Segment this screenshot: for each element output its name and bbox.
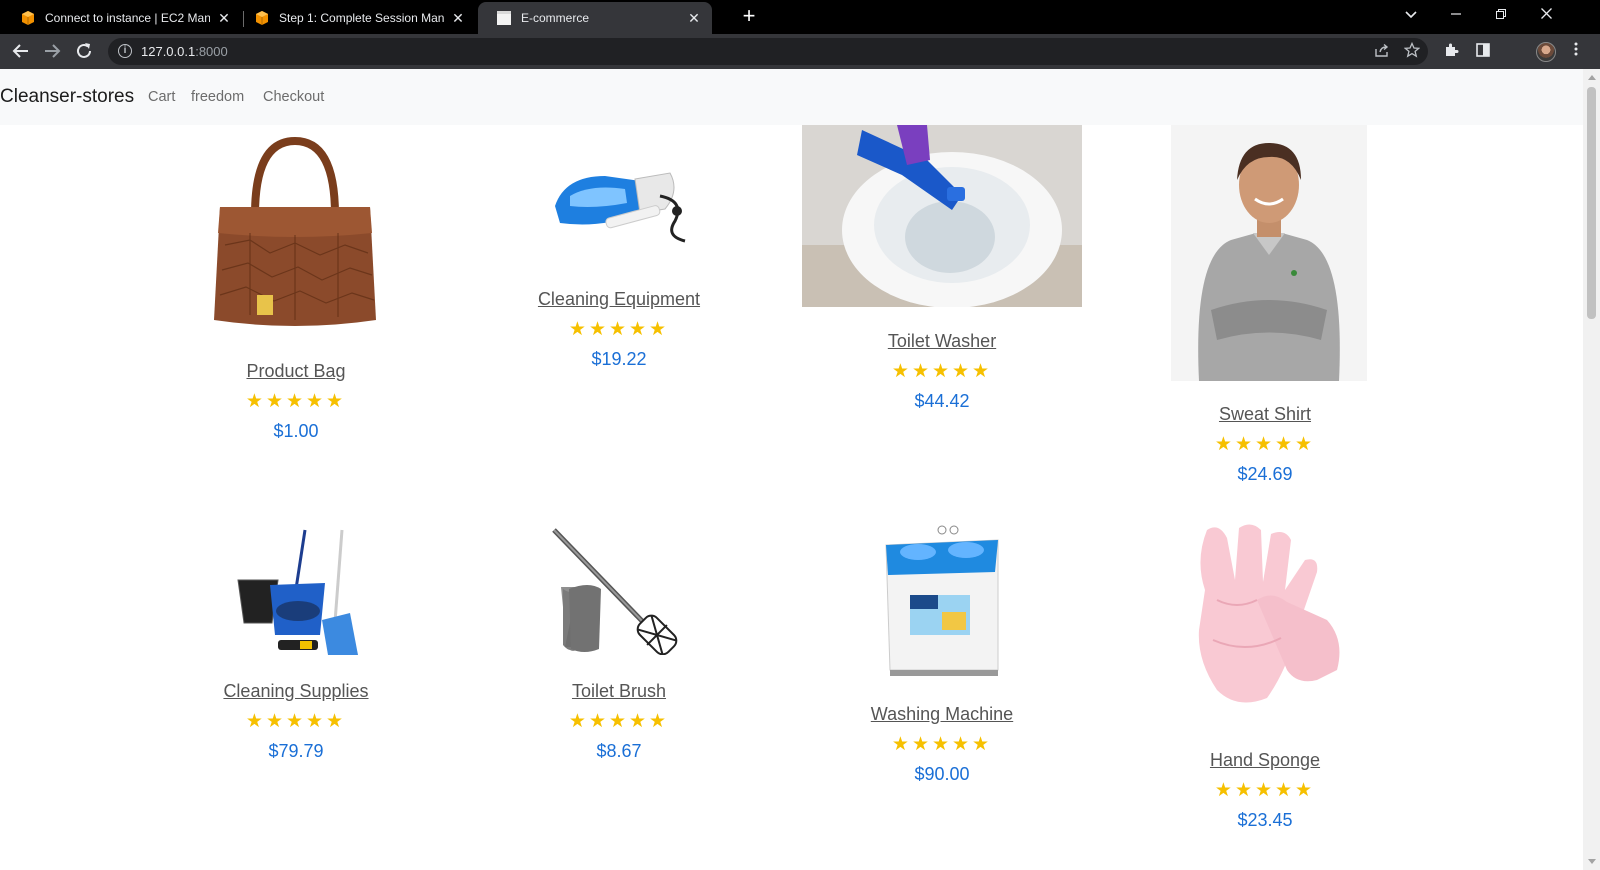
profile-avatar[interactable] bbox=[1536, 42, 1556, 62]
product-card: Cleaning Supplies ★★★★★ $79.79 bbox=[146, 515, 446, 765]
new-tab-button[interactable]: + bbox=[738, 5, 760, 29]
product-price: $23.45 bbox=[1237, 810, 1293, 830]
nav-link-checkout[interactable]: Checkout bbox=[263, 89, 324, 105]
rating-stars: ★★★★★ bbox=[891, 361, 993, 382]
extensions-icon[interactable] bbox=[1441, 42, 1461, 62]
bookmark-star-icon[interactable] bbox=[1402, 41, 1422, 62]
browser-toolbar: i 127.0.0.1:8000 bbox=[0, 34, 1600, 69]
url-port: :8000 bbox=[195, 44, 228, 59]
tab-title: Connect to instance | EC2 Manag bbox=[45, 11, 210, 25]
site-navbar: Cleanser-stores Cart freedom Checkout bbox=[0, 69, 1583, 125]
address-bar[interactable]: i 127.0.0.1:8000 bbox=[108, 38, 1428, 65]
toilet-brush-image[interactable] bbox=[549, 525, 684, 655]
product-bag-image[interactable] bbox=[210, 135, 380, 330]
product-name[interactable]: Product Bag bbox=[146, 361, 446, 382]
page-viewport: Cleanser-stores Cart freedom Checkout Pr… bbox=[0, 69, 1583, 870]
product-name[interactable]: Cleaning Supplies bbox=[146, 681, 446, 702]
product-name[interactable]: Hand Sponge bbox=[1115, 750, 1415, 771]
product-price: $24.69 bbox=[1237, 464, 1293, 484]
rating-stars: ★★★★★ bbox=[891, 734, 993, 755]
rating-stars: ★★★★★ bbox=[568, 319, 670, 340]
tab-search-icon[interactable] bbox=[1396, 4, 1426, 26]
product-card: Sweat Shirt ★★★★★ $24.69 bbox=[1115, 125, 1415, 485]
product-card: Hand Sponge ★★★★★ $23.45 bbox=[1115, 515, 1415, 845]
rating-stars: ★★★★★ bbox=[568, 711, 670, 732]
nav-link-cart[interactable]: Cart bbox=[148, 89, 175, 105]
product-card: Toilet Brush ★★★★★ $8.67 bbox=[469, 515, 769, 765]
site-brand[interactable]: Cleanser-stores bbox=[0, 86, 134, 108]
close-tab-icon[interactable]: ✕ bbox=[686, 10, 702, 27]
page-icon bbox=[497, 11, 511, 25]
forward-icon[interactable] bbox=[42, 42, 62, 62]
more-menu-icon[interactable] bbox=[1566, 42, 1586, 62]
tab-title: E-commerce bbox=[521, 11, 590, 25]
product-name[interactable]: Toilet Washer bbox=[792, 331, 1092, 352]
tab-session-manager[interactable]: Step 1: Complete Session Manag ✕ bbox=[236, 2, 476, 34]
side-panel-icon[interactable] bbox=[1473, 42, 1493, 62]
washing-machine-image[interactable] bbox=[880, 520, 1004, 680]
rating-stars: ★★★★★ bbox=[1214, 434, 1316, 455]
hand-sponge-image[interactable] bbox=[1177, 520, 1357, 720]
restore-icon[interactable] bbox=[1486, 4, 1516, 26]
product-price: $19.22 bbox=[591, 349, 647, 369]
rating-stars: ★★★★★ bbox=[245, 391, 347, 412]
minimize-icon[interactable] bbox=[1441, 4, 1471, 26]
close-tab-icon[interactable]: ✕ bbox=[216, 10, 232, 27]
product-name[interactable]: Sweat Shirt bbox=[1115, 404, 1415, 425]
product-price: $8.67 bbox=[596, 741, 642, 761]
rating-stars: ★★★★★ bbox=[245, 711, 347, 732]
share-icon[interactable] bbox=[1372, 42, 1392, 62]
product-card: Washing Machine ★★★★★ $90.00 bbox=[792, 515, 1092, 795]
product-name[interactable]: Cleaning Equipment bbox=[469, 289, 769, 310]
toilet-washer-image[interactable] bbox=[802, 125, 1082, 307]
aws-cube-icon bbox=[22, 11, 34, 25]
tab-ec2-connect[interactable]: Connect to instance | EC2 Manag ✕ bbox=[2, 2, 242, 34]
url-text[interactable]: 127.0.0.1:8000 bbox=[141, 44, 228, 59]
product-price: $1.00 bbox=[273, 421, 319, 441]
product-price: $90.00 bbox=[914, 764, 970, 784]
product-card: Toilet Washer ★★★★★ $44.42 bbox=[792, 125, 1092, 415]
close-tab-icon[interactable]: ✕ bbox=[450, 10, 466, 27]
tab-title: Step 1: Complete Session Manag bbox=[279, 11, 444, 25]
product-name[interactable]: Washing Machine bbox=[792, 704, 1092, 725]
product-card: Cleaning Equipment ★★★★★ $19.22 bbox=[469, 125, 769, 385]
nav-link-freedom[interactable]: freedom bbox=[191, 89, 244, 105]
product-price: $44.42 bbox=[914, 391, 970, 411]
product-name[interactable]: Toilet Brush bbox=[469, 681, 769, 702]
scroll-down-icon[interactable] bbox=[1588, 859, 1596, 864]
product-price: $79.79 bbox=[268, 741, 324, 761]
close-window-icon[interactable] bbox=[1531, 4, 1561, 26]
tab-ecommerce[interactable]: E-commerce ✕ bbox=[478, 2, 712, 34]
back-icon[interactable] bbox=[11, 42, 31, 62]
cleaning-equipment-image[interactable] bbox=[545, 151, 695, 251]
aws-cube-icon bbox=[256, 11, 268, 25]
product-card: Product Bag ★★★★★ $1.00 bbox=[146, 125, 446, 455]
rating-stars: ★★★★★ bbox=[1214, 780, 1316, 801]
scrollbar-thumb[interactable] bbox=[1587, 87, 1596, 319]
site-info-icon[interactable]: i bbox=[118, 44, 132, 58]
sweat-shirt-image[interactable] bbox=[1171, 125, 1367, 381]
page-scrollbar[interactable] bbox=[1583, 69, 1600, 870]
scroll-up-icon[interactable] bbox=[1588, 75, 1596, 80]
browser-tab-bar: Connect to instance | EC2 Manag ✕ Step 1… bbox=[0, 0, 1600, 34]
reload-icon[interactable] bbox=[74, 42, 94, 62]
url-host: 127.0.0.1 bbox=[141, 44, 196, 59]
cleaning-supplies-image[interactable] bbox=[230, 525, 362, 657]
